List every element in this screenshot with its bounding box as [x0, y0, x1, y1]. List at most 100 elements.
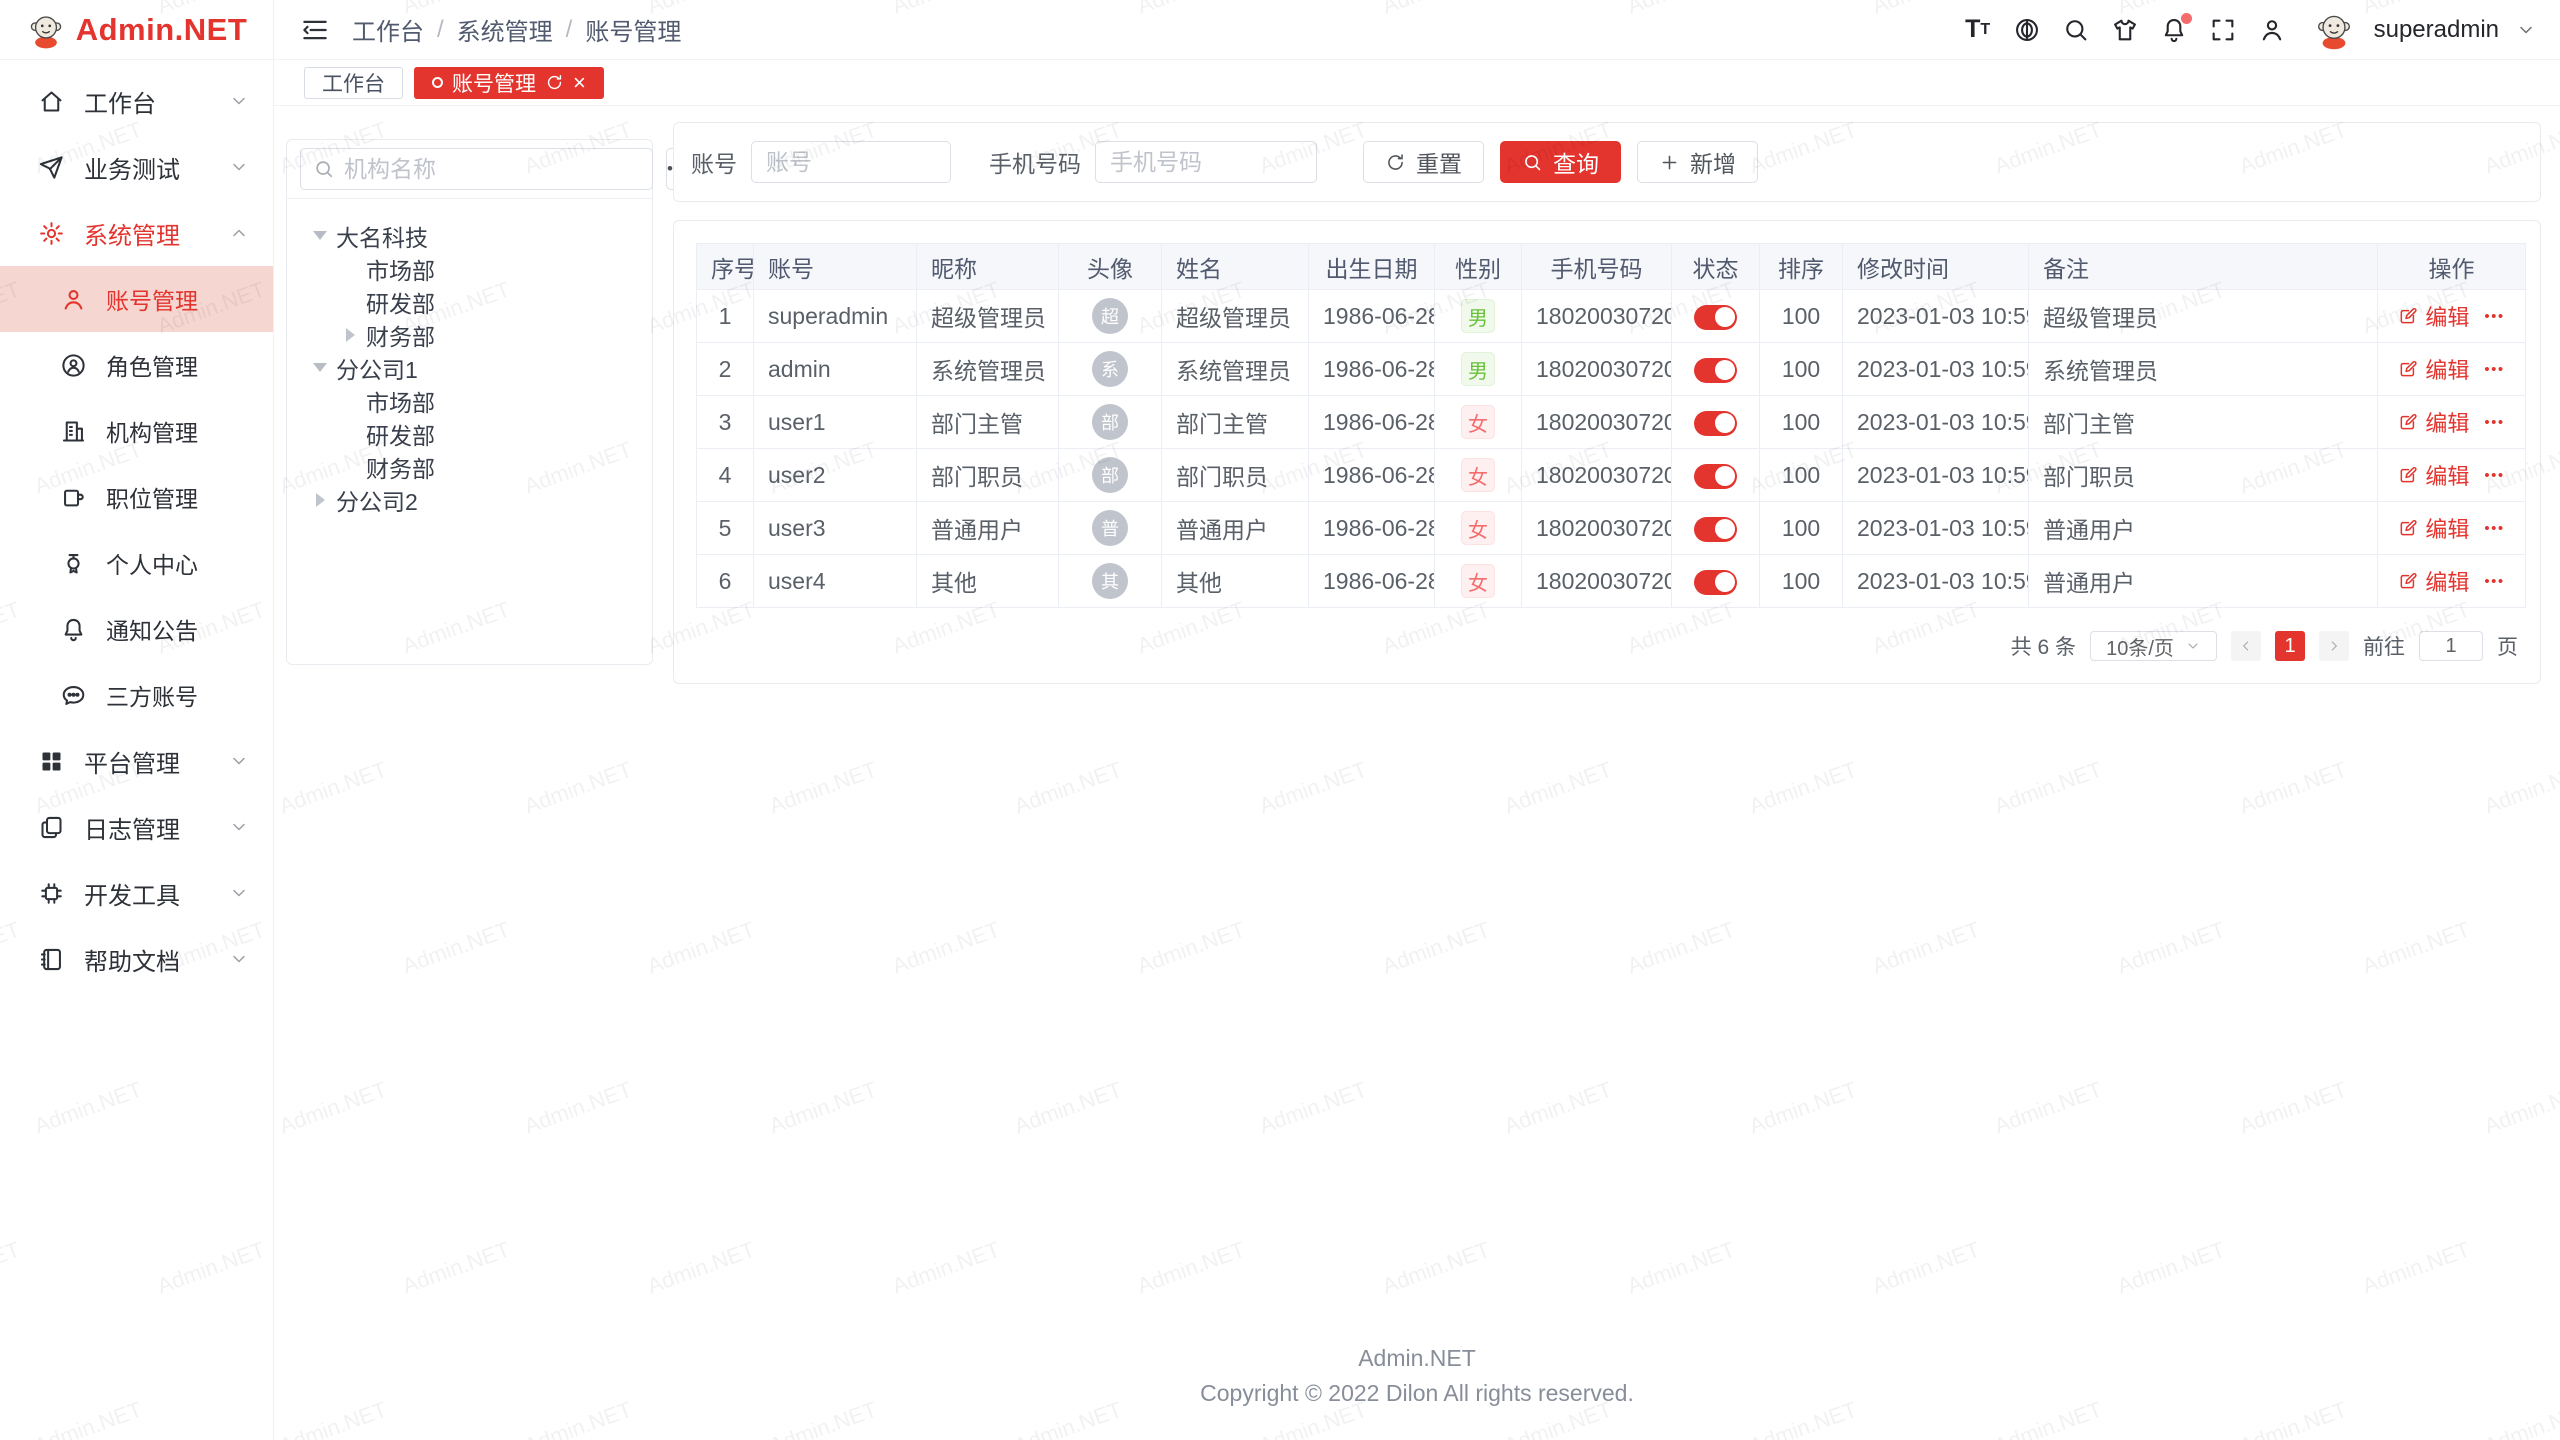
notification-bell-icon[interactable] [2158, 14, 2190, 46]
tree-node[interactable]: 市场部 [295, 384, 644, 417]
logo: Admin.NET [0, 0, 273, 60]
footer-title: Admin.NET [274, 1341, 2560, 1377]
current-page-button[interactable]: 1 [2275, 631, 2305, 661]
phone-input[interactable] [1095, 141, 1317, 183]
user-avatar[interactable] [2313, 9, 2355, 51]
sidebar-item-docs[interactable]: 帮助文档 [0, 926, 273, 992]
profile-icon [60, 550, 87, 577]
caret-down-icon[interactable] [309, 225, 331, 247]
gear-icon [38, 220, 65, 247]
sidebar-item-role[interactable]: 角色管理 [0, 332, 273, 398]
avatar: 普 [1092, 510, 1128, 546]
edit-button[interactable]: 编辑 [2398, 300, 2469, 332]
refresh-icon [1385, 152, 1406, 173]
row-more-button[interactable]: ••• [2484, 573, 2504, 590]
row-more-button[interactable]: ••• [2484, 308, 2504, 325]
edit-button[interactable]: 编辑 [2398, 353, 2469, 385]
cell-nickname: 部门职员 [917, 449, 1059, 502]
row-more-button[interactable]: ••• [2484, 361, 2504, 378]
tab-label: 账号管理 [452, 68, 536, 98]
chevron-down-icon [229, 751, 249, 771]
sidebar-item-label: 账号管理 [106, 282, 198, 316]
status-toggle[interactable] [1694, 517, 1737, 542]
cell-name: 超级管理员 [1162, 290, 1309, 343]
tree-node[interactable]: 分公司1 [295, 351, 644, 384]
sidebar-item-label: 平台管理 [84, 744, 180, 779]
col-birth: 出生日期 [1309, 244, 1435, 290]
table-header-row: 序号 账号 昵称 头像 姓名 出生日期 性别 手机号码 状态 排序 修改时间 [697, 244, 2526, 290]
edit-button[interactable]: 编辑 [2398, 565, 2469, 597]
close-icon[interactable]: × [573, 72, 586, 94]
next-page-button[interactable] [2319, 631, 2349, 661]
goto-page-input[interactable] [2419, 631, 2483, 661]
sidebar-item-business-test[interactable]: 业务测试 [0, 134, 273, 200]
tree-node[interactable]: 财务部 [295, 318, 644, 351]
caret-right-icon[interactable] [339, 324, 361, 346]
tree-node[interactable]: 财务部 [295, 450, 644, 483]
cell-account: user3 [754, 502, 917, 555]
search-icon[interactable] [2060, 14, 2092, 46]
status-toggle[interactable] [1694, 305, 1737, 330]
sidebar-item-org[interactable]: 机构管理 [0, 398, 273, 464]
caret-placeholder [339, 291, 361, 313]
sidebar-item-platform[interactable]: 平台管理 [0, 728, 273, 794]
cell-order: 100 [1760, 396, 1843, 449]
cell-order: 100 [1760, 502, 1843, 555]
reset-button[interactable]: 重置 [1363, 141, 1484, 183]
tab-workbench[interactable]: 工作台 [304, 67, 403, 99]
gender-badge: 女 [1461, 405, 1495, 439]
status-toggle[interactable] [1694, 411, 1737, 436]
fullscreen-icon[interactable] [2207, 14, 2239, 46]
username[interactable]: superadmin [2374, 16, 2499, 44]
menu-fold-icon[interactable] [300, 15, 330, 45]
account-input[interactable] [751, 141, 951, 183]
language-icon[interactable] [2011, 14, 2043, 46]
query-button[interactable]: 查询 [1500, 141, 1621, 183]
edit-button[interactable]: 编辑 [2398, 512, 2469, 544]
status-toggle[interactable] [1694, 358, 1737, 383]
font-size-icon[interactable]: TT [1962, 14, 1994, 46]
sidebar-item-system[interactable]: 系统管理 [0, 200, 273, 266]
cell-birth: 1986-06-28 [1309, 502, 1435, 555]
tree-node[interactable]: 研发部 [295, 285, 644, 318]
refresh-icon[interactable] [545, 73, 564, 92]
add-button[interactable]: 新增 [1637, 141, 1758, 183]
caret-down-icon[interactable] [309, 357, 331, 379]
breadcrumb-item[interactable]: 工作台 [352, 12, 424, 47]
goto-label: 前往 [2363, 631, 2405, 661]
book-icon [38, 946, 65, 973]
row-more-button[interactable]: ••• [2484, 467, 2504, 484]
cell-modified: 2023-01-03 10:59:44 [1843, 449, 2029, 502]
row-more-button[interactable]: ••• [2484, 520, 2504, 537]
tree-node[interactable]: 市场部 [295, 252, 644, 285]
sidebar-item-account[interactable]: 账号管理 [0, 266, 273, 332]
theme-shirt-icon[interactable] [2109, 14, 2141, 46]
tree-node[interactable]: 大名科技 [295, 219, 644, 252]
cell-nickname: 部门主管 [917, 396, 1059, 449]
sidebar-item-logs[interactable]: 日志管理 [0, 794, 273, 860]
sidebar-item-workbench[interactable]: 工作台 [0, 68, 273, 134]
tree-node[interactable]: 分公司2 [295, 483, 644, 516]
status-toggle[interactable] [1694, 464, 1737, 489]
chevron-down-icon[interactable] [2516, 20, 2536, 40]
sidebar-item-third-account[interactable]: 三方账号 [0, 662, 273, 728]
edit-button[interactable]: 编辑 [2398, 406, 2469, 438]
cell-birth: 1986-06-28 [1309, 343, 1435, 396]
user-icon[interactable] [2256, 14, 2288, 46]
sidebar-item-profile[interactable]: 个人中心 [0, 530, 273, 596]
sidebar-item-devtools[interactable]: 开发工具 [0, 860, 273, 926]
send-icon [38, 154, 65, 181]
breadcrumb-item: 账号管理 [585, 12, 681, 47]
status-toggle[interactable] [1694, 570, 1737, 595]
sidebar-item-notice[interactable]: 通知公告 [0, 596, 273, 662]
prev-page-button[interactable] [2231, 631, 2261, 661]
caret-right-icon[interactable] [309, 489, 331, 511]
tab-account-active[interactable]: 账号管理 × [414, 67, 604, 99]
edit-button[interactable]: 编辑 [2398, 459, 2469, 491]
org-search-input[interactable] [344, 156, 640, 183]
tree-node[interactable]: 研发部 [295, 417, 644, 450]
breadcrumb-item[interactable]: 系统管理 [457, 12, 553, 47]
sidebar-item-position[interactable]: 职位管理 [0, 464, 273, 530]
row-more-button[interactable]: ••• [2484, 414, 2504, 431]
page-size-select[interactable]: 10条/页 [2090, 631, 2217, 661]
